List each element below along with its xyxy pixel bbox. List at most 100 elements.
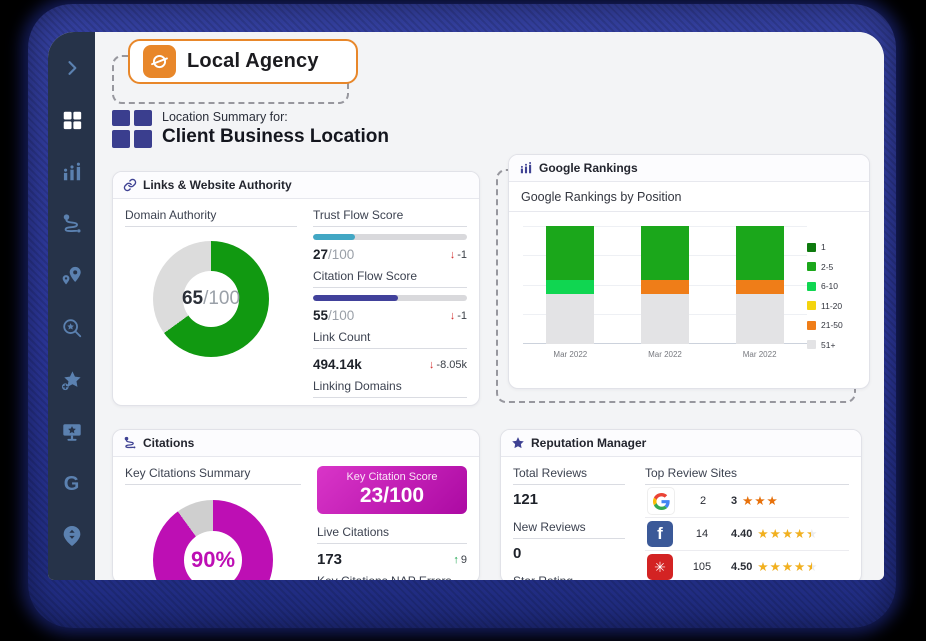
links-card-header: Links & Website Authority	[113, 172, 479, 199]
arrow-down-icon: ↓	[450, 310, 456, 322]
bar-chart-icon	[519, 161, 533, 175]
star-icon	[511, 436, 525, 450]
page-title: Client Business Location	[162, 126, 389, 148]
review-site-row-yelp[interactable]: ✳ 105 4.50 ★★★★★★★★★★	[645, 551, 849, 580]
key-citations-donut: 90%	[153, 500, 273, 580]
citation-flow-progressbar	[313, 295, 467, 301]
agency-logo[interactable]: Local Agency	[128, 39, 358, 84]
analytics-bars-icon	[61, 161, 83, 183]
review-count: 105	[673, 561, 731, 573]
links-card-title: Links & Website Authority	[143, 178, 292, 192]
rankings-card-title: Google Rankings	[539, 161, 638, 175]
chart-legend: 1 2-5 6-10 11-20 21-50 51+	[807, 226, 861, 359]
citations-card-title: Citations	[143, 436, 194, 450]
app-window: G Local Agency	[48, 32, 884, 580]
trust-flow-metric: Trust Flow Score 27/100 ↓-1	[313, 208, 467, 263]
linking-domains-metric: Linking Domains 21,836 ↑108	[313, 379, 467, 406]
sidebar-item-citations[interactable]	[48, 198, 95, 250]
reputation-star-plus-icon	[60, 369, 83, 392]
review-rating: 4.40	[731, 528, 752, 540]
locations-pins-icon	[61, 265, 83, 287]
citations-card-header: Citations	[113, 430, 479, 457]
reputation-card-header: Reputation Manager	[501, 430, 861, 457]
key-citations-label: Key Citations Summary	[125, 466, 301, 485]
citation-flow-metric: Citation Flow Score 55/100 ↓-1	[313, 269, 467, 324]
sidebar-item-reputation[interactable]	[48, 354, 95, 406]
citations-route-icon	[123, 436, 137, 450]
review-stats-column: Total Reviews 121 New Reviews 0 Star Rat…	[513, 466, 625, 580]
sidebar-item-rank-tracker[interactable]	[48, 510, 95, 562]
location-summary-header: Location Summary for: Client Business Lo…	[112, 110, 389, 148]
arrow-up-icon: ↑	[453, 554, 459, 566]
sidebar-item-analytics[interactable]	[48, 146, 95, 198]
review-site-row-facebook[interactable]: f 14 4.40 ★★★★★★★★★★	[645, 518, 849, 551]
chevron-right-icon	[62, 58, 82, 78]
x-axis-label: Mar 2022	[736, 350, 784, 359]
review-count: 14	[673, 528, 731, 540]
trust-flow-delta: ↓-1	[450, 249, 467, 261]
domain-authority-block: Domain Authority 65/100	[125, 208, 297, 406]
review-site-row-google[interactable]: 2 3 ★★★★★★	[645, 485, 849, 518]
x-axis-label: Mar 2022	[641, 350, 689, 359]
star-rating-icons: ★★★★★★★★★★	[757, 528, 818, 541]
planet-icon	[143, 45, 176, 78]
top-review-sites-column: Top Review Sites 2 3 ★★★★★★	[645, 466, 849, 580]
local-search-icon	[61, 317, 83, 339]
domain-authority-donut: 65/100	[153, 241, 269, 357]
stacked-bar	[641, 226, 689, 344]
sidebar: G	[48, 32, 95, 580]
monitor-star-icon	[61, 421, 83, 443]
google-logo-icon	[647, 487, 675, 515]
agency-logo-label: Local Agency	[187, 50, 319, 73]
screen: G Local Agency	[0, 0, 926, 641]
link-icon	[123, 178, 137, 192]
review-rating: 4.50	[731, 561, 752, 573]
live-citations-metric: Live Citations 173 ↑9	[317, 525, 467, 568]
reputation-card: Reputation Manager Total Reviews 121 New…	[500, 429, 862, 580]
nap-errors-metric: Key Citations NAP Errors	[317, 574, 467, 580]
sidebar-item-local-search[interactable]	[48, 302, 95, 354]
location-blocks-icon	[112, 110, 152, 148]
sidebar-item-locations[interactable]	[48, 250, 95, 302]
review-count: 2	[675, 495, 731, 507]
rankings-card-header: Google Rankings	[509, 155, 869, 182]
key-citations-block: Key Citations Summary 90%	[125, 466, 301, 580]
review-rating: 3	[731, 495, 737, 507]
facebook-logo-icon: f	[647, 521, 673, 547]
chart-subtitle: Google Rankings by Position	[509, 182, 869, 212]
sidebar-item-dashboard[interactable]	[48, 94, 95, 146]
sidebar-expand-button[interactable]	[48, 42, 95, 94]
star-rating-icons: ★★★★★★	[742, 495, 779, 508]
link-count-delta: ↓-8.05k	[429, 359, 467, 371]
arrow-down-icon: ↓	[429, 359, 435, 371]
rankings-chart: Mar 2022 Mar 2022 Mar 2022 1 2-5 6-10 11…	[509, 212, 869, 359]
google-rankings-card: Google Rankings Google Rankings by Posit…	[508, 154, 870, 389]
key-citations-value: 90%	[191, 547, 235, 573]
x-axis-label: Mar 2022	[546, 350, 594, 359]
stacked-bar	[736, 226, 784, 344]
main-content: Local Agency Location Summary for: Clien…	[95, 32, 884, 580]
stacked-bar	[546, 226, 594, 344]
domain-authority-label: Domain Authority	[125, 208, 297, 227]
dashboard-grid-icon	[61, 109, 83, 131]
google-g-icon: G	[64, 474, 80, 494]
trust-flow-progressbar	[313, 234, 467, 240]
new-reviews-value: 0	[513, 545, 625, 562]
domain-authority-value: 65	[182, 288, 203, 310]
reputation-card-title: Reputation Manager	[531, 436, 646, 450]
links-authority-card: Links & Website Authority Domain Authori…	[112, 171, 480, 406]
citation-flow-delta: ↓-1	[450, 310, 467, 322]
link-count-metric: Link Count 494.14k ↓-8.05k	[313, 330, 467, 373]
star-rating-icons: ★★★★★★★★★★	[757, 561, 818, 574]
live-citations-delta: ↑9	[453, 554, 467, 566]
citations-route-icon	[61, 213, 83, 235]
yelp-logo-icon: ✳	[647, 554, 673, 580]
key-citation-score-badge: Key Citation Score 23/100	[317, 466, 467, 514]
citations-card: Citations Key Citations Summary 90% Key …	[112, 429, 480, 580]
rank-pin-icon	[62, 525, 82, 547]
sidebar-item-google[interactable]: G	[48, 458, 95, 510]
arrow-down-icon: ↓	[450, 249, 456, 261]
summary-eyebrow: Location Summary for:	[162, 110, 389, 124]
total-reviews-value: 121	[513, 491, 625, 508]
sidebar-item-monitor[interactable]	[48, 406, 95, 458]
